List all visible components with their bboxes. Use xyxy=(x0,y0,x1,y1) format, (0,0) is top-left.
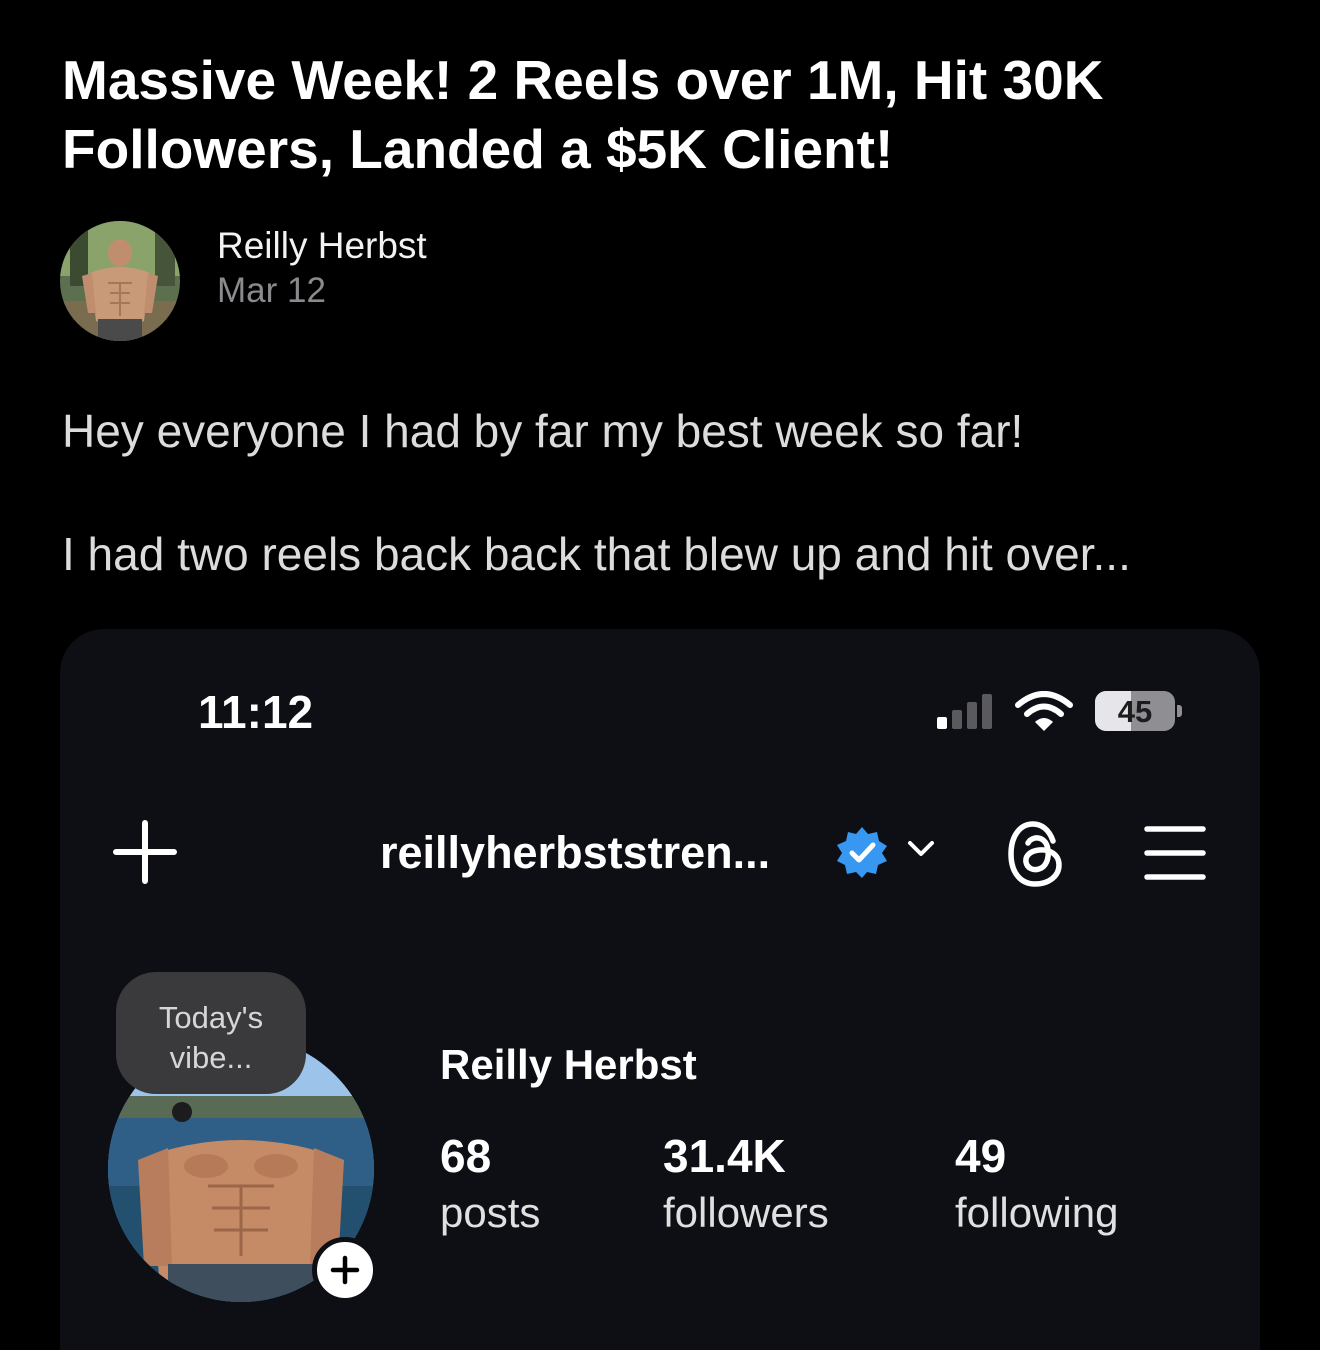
note-bubble[interactable]: Today's vibe... xyxy=(116,972,306,1094)
profile-name: Reilly Herbst xyxy=(440,1041,697,1088)
stat-followers[interactable]: 31.4K followers xyxy=(663,1127,829,1241)
post-title: Massive Week! 2 Reels over 1M, Hit 30K F… xyxy=(62,49,1104,180)
author-row[interactable]: Reilly Herbst Mar 12 xyxy=(60,221,660,343)
wifi-icon xyxy=(1015,691,1073,731)
menu-icon[interactable] xyxy=(1143,824,1207,882)
add-story-button[interactable] xyxy=(312,1237,378,1303)
stat-posts[interactable]: 68 posts xyxy=(440,1127,540,1241)
verified-icon xyxy=(837,827,887,878)
stat-label: posts xyxy=(440,1189,541,1236)
threads-icon[interactable] xyxy=(1005,819,1071,889)
stat-following[interactable]: 49 following xyxy=(955,1127,1118,1241)
post-body-line: I had two reels back back that blew up a… xyxy=(62,528,1131,580)
post-body-line: Hey everyone I had by far my best week s… xyxy=(62,405,1024,457)
battery-level: 45 xyxy=(1117,694,1153,729)
plus-icon[interactable] xyxy=(112,819,178,885)
profile-handle[interactable]: reillyherbststren... xyxy=(380,827,770,879)
battery-icon: 45 xyxy=(1095,691,1183,731)
plus-icon xyxy=(330,1255,360,1285)
author-name[interactable]: Reilly Herbst xyxy=(217,225,427,267)
signal-icon xyxy=(937,694,992,729)
stat-label: followers xyxy=(663,1189,829,1236)
stat-value: 68 xyxy=(440,1130,492,1182)
note-text: Today's xyxy=(158,1000,264,1035)
chevron-down-icon[interactable] xyxy=(906,839,936,859)
post-date: Mar 12 xyxy=(217,271,326,310)
author-avatar[interactable] xyxy=(60,221,180,341)
stat-value: 31.4K xyxy=(663,1130,786,1182)
stat-label: following xyxy=(955,1189,1119,1236)
stat-value: 49 xyxy=(955,1130,1007,1182)
status-time: 11:12 xyxy=(198,686,314,738)
embedded-screenshot[interactable]: 11:12 45 reillyherbststren... Today's vi… xyxy=(60,629,1260,1350)
note-text: vibe... xyxy=(169,1040,253,1075)
